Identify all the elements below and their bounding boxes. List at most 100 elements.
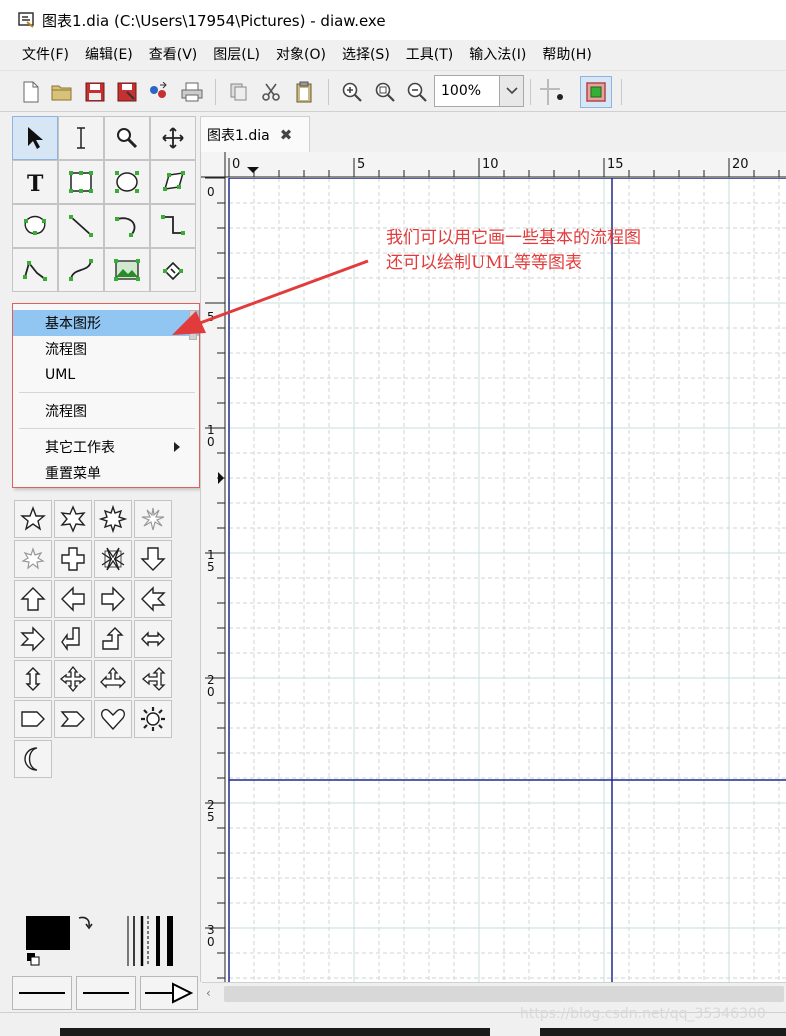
modify-tool[interactable] <box>12 116 58 160</box>
shape-arrow-left[interactable] <box>54 580 92 618</box>
box-icon <box>69 171 93 193</box>
menu-tools[interactable]: 工具(T) <box>398 40 461 70</box>
line-style-button[interactable] <box>76 976 136 1010</box>
export-button[interactable] <box>146 79 172 105</box>
polygon-tool[interactable] <box>150 160 196 204</box>
new-file-button[interactable] <box>18 79 44 105</box>
line-tool[interactable] <box>58 204 104 248</box>
polygon-icon <box>163 171 185 191</box>
sun-icon <box>141 707 165 731</box>
zoom-out-button[interactable] <box>404 79 430 105</box>
scissors-icon <box>262 83 280 101</box>
snap-grid-icon <box>540 79 563 105</box>
shape-pentagon-tag[interactable] <box>14 700 52 738</box>
arc-tool[interactable] <box>104 204 150 248</box>
shape-burst[interactable] <box>134 500 172 538</box>
toolbar-separator <box>530 79 531 105</box>
taskbar-edge <box>60 1028 490 1036</box>
shape-notched-arrow-left[interactable] <box>134 580 172 618</box>
print-button[interactable] <box>179 79 205 105</box>
zoom-dropdown-button[interactable] <box>499 76 523 106</box>
text-edit-tool[interactable] <box>58 116 104 160</box>
sheet-menu-item[interactable]: UML <box>13 362 199 388</box>
menu-layers[interactable]: 图层(L) <box>205 40 268 70</box>
menu-help[interactable]: 帮助(H) <box>534 40 599 70</box>
new-file-icon <box>23 81 39 103</box>
horizontal-scrollbar[interactable]: ‹ <box>202 982 786 1004</box>
zoom-fit-button[interactable] <box>372 79 398 105</box>
zoom-in-button[interactable] <box>339 79 365 105</box>
sheet-menu-item[interactable]: 重置菜单 <box>13 460 199 486</box>
text-tool[interactable]: T <box>12 160 58 204</box>
shape-maltese-cross[interactable] <box>94 540 132 578</box>
sheet-menu-item-submenu[interactable]: 其它工作表 <box>13 434 199 460</box>
line-end-arrow-button[interactable] <box>140 976 198 1010</box>
chevron-down-icon <box>505 87 518 95</box>
foreground-color-swatch[interactable] <box>26 916 70 950</box>
bezierline-tool[interactable] <box>58 248 104 292</box>
scroll-left-icon[interactable]: ‹ <box>206 986 220 1002</box>
shape-star6[interactable] <box>54 500 92 538</box>
cut-button[interactable] <box>258 79 284 105</box>
shape-heart[interactable] <box>94 700 132 738</box>
shape-star8[interactable] <box>94 500 132 538</box>
save-as-button[interactable] <box>114 79 140 105</box>
menu-bar: 文件(F) 编辑(E) 查看(V) 图层(L) 对象(O) 选择(S) 工具(T… <box>0 40 786 70</box>
shape-chevron[interactable] <box>54 700 92 738</box>
zoom-value[interactable]: 100% <box>435 83 499 99</box>
menu-edit[interactable]: 编辑(E) <box>77 40 141 70</box>
menu-objects[interactable]: 对象(O) <box>268 40 334 70</box>
close-icon[interactable]: ✖ <box>280 126 293 144</box>
scroll-tool[interactable] <box>150 116 196 160</box>
toolbar-separator <box>328 79 329 105</box>
paste-button[interactable] <box>291 79 317 105</box>
quad-arrow-icon <box>59 665 87 693</box>
main-toolbar <box>0 70 786 112</box>
shape-sun[interactable] <box>134 700 172 738</box>
magnify-tool[interactable] <box>104 116 150 160</box>
sheet-menu-item-label: 重置菜单 <box>45 466 101 482</box>
line-width-icon[interactable] <box>124 912 180 970</box>
shape-tri-arrow-left[interactable] <box>134 660 172 698</box>
shape-arrow-right[interactable] <box>94 580 132 618</box>
shape-bent-arrow-up[interactable] <box>94 620 132 658</box>
swap-colors-icon[interactable] <box>76 914 94 932</box>
snap-to-grid-button[interactable] <box>540 79 566 105</box>
menu-input-methods[interactable]: 输入法(I) <box>461 40 534 70</box>
zigzag-line-tool[interactable] <box>150 204 196 248</box>
open-file-button[interactable] <box>49 79 75 105</box>
default-colors-icon[interactable] <box>26 952 40 966</box>
menu-select[interactable]: 选择(S) <box>334 40 398 70</box>
shape-star4[interactable] <box>14 500 52 538</box>
shape-arrow-up[interactable] <box>14 580 52 618</box>
menu-file[interactable]: 文件(F) <box>14 40 77 70</box>
shape-cross[interactable] <box>54 540 92 578</box>
heart-icon <box>100 708 126 731</box>
scrollbar-trough[interactable] <box>224 986 784 1002</box>
shape-arrow-down[interactable] <box>134 540 172 578</box>
box-tool[interactable] <box>58 160 104 204</box>
open-folder-icon <box>51 85 72 101</box>
shape-moon[interactable] <box>14 740 52 778</box>
shape-bent-arrow-up-left[interactable] <box>54 620 92 658</box>
zoom-combo[interactable]: 100% <box>434 75 524 107</box>
shape-double-arrow-horizontal[interactable] <box>134 620 172 658</box>
line-start-arrow-button[interactable] <box>12 976 72 1010</box>
shape-notched-arrow-right[interactable] <box>14 620 52 658</box>
beziergon-tool[interactable] <box>12 204 58 248</box>
image-tool[interactable] <box>104 248 150 292</box>
sheet-menu-item[interactable]: 流程图 <box>13 398 199 424</box>
ellipse-tool[interactable] <box>104 160 150 204</box>
polyline-tool[interactable] <box>12 248 58 292</box>
copy-button[interactable] <box>226 79 252 105</box>
shape-tri-arrow[interactable] <box>94 660 132 698</box>
polyline-icon <box>23 261 47 281</box>
save-button[interactable] <box>82 79 108 105</box>
menu-view[interactable]: 查看(V) <box>141 40 206 70</box>
shape-quad-arrow[interactable] <box>54 660 92 698</box>
snap-to-objects-button[interactable] <box>580 76 612 108</box>
shape-burst-small[interactable] <box>14 540 52 578</box>
shape-double-arrow-vertical[interactable] <box>14 660 52 698</box>
chevron-shape-icon <box>60 711 85 727</box>
tab-diagram[interactable]: 图表1.dia ✖ <box>200 116 310 152</box>
